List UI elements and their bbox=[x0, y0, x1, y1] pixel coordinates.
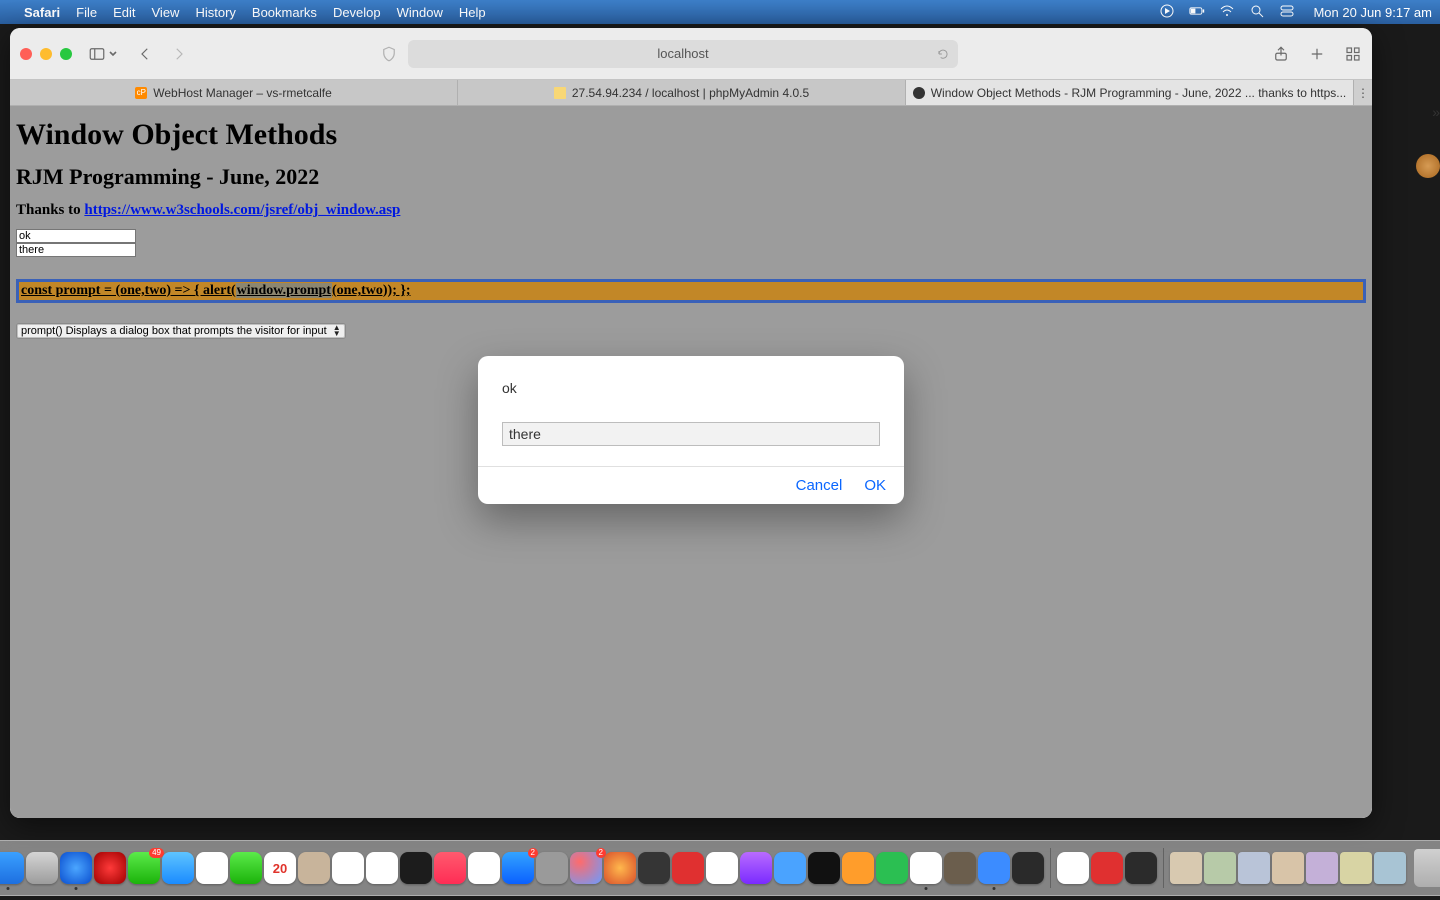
dock-app-stack7[interactable] bbox=[1374, 852, 1406, 884]
dock-app-stack3[interactable] bbox=[1238, 852, 1270, 884]
back-button[interactable] bbox=[136, 45, 154, 63]
safari-toolbar: localhost bbox=[10, 28, 1372, 80]
chevron-down-icon bbox=[108, 45, 118, 63]
dock-app-firefox[interactable] bbox=[604, 852, 636, 884]
dock: 49 20 2 2 bbox=[0, 840, 1440, 896]
dock-app-sysprefs[interactable] bbox=[536, 852, 568, 884]
dock-app-appstore[interactable]: 2 bbox=[502, 852, 534, 884]
dock-app-gimp[interactable] bbox=[944, 852, 976, 884]
menu-help[interactable]: Help bbox=[459, 5, 486, 20]
dock-app-opera[interactable] bbox=[94, 852, 126, 884]
dock-app-reminders[interactable] bbox=[332, 852, 364, 884]
wifi-icon[interactable] bbox=[1219, 3, 1235, 22]
phpmyadmin-icon bbox=[554, 87, 566, 99]
window-minimize[interactable] bbox=[40, 48, 52, 60]
cpanel-icon: cP bbox=[135, 87, 147, 99]
dock-app-stack2[interactable] bbox=[1204, 852, 1236, 884]
prompt-dialog: ok Cancel OK bbox=[478, 356, 904, 504]
dock-app-mail[interactable] bbox=[162, 852, 194, 884]
dock-app-numbers[interactable] bbox=[876, 852, 908, 884]
overflow-indicator-icon[interactable]: » bbox=[1432, 104, 1440, 120]
menu-window[interactable]: Window bbox=[397, 5, 443, 20]
dock-app-facetime[interactable] bbox=[230, 852, 262, 884]
dock-app-terminal[interactable] bbox=[808, 852, 840, 884]
tab-webhost-manager[interactable]: cP WebHost Manager – vs-rmetcalfe bbox=[10, 80, 458, 105]
tab-overview-icon[interactable] bbox=[1344, 45, 1362, 63]
menu-edit[interactable]: Edit bbox=[113, 5, 135, 20]
ok-button[interactable]: OK bbox=[864, 477, 886, 494]
dock-app-notes[interactable] bbox=[366, 852, 398, 884]
dock-app-parallels[interactable] bbox=[1091, 852, 1123, 884]
battery-icon[interactable] bbox=[1189, 3, 1205, 22]
dock-app-news[interactable] bbox=[468, 852, 500, 884]
app-menu-safari[interactable]: Safari bbox=[24, 5, 60, 20]
dock-app-podcasts[interactable] bbox=[740, 852, 772, 884]
dock-trash[interactable] bbox=[1414, 849, 1440, 887]
dock-app-textedit[interactable] bbox=[910, 852, 942, 884]
menu-history[interactable]: History bbox=[195, 5, 235, 20]
now-playing-icon[interactable] bbox=[1159, 3, 1175, 22]
dock-app-intellij[interactable] bbox=[1012, 852, 1044, 884]
tab-label: WebHost Manager – vs-rmetcalfe bbox=[153, 86, 332, 100]
prompt-message: ok bbox=[502, 380, 880, 396]
window-zoom[interactable] bbox=[60, 48, 72, 60]
safari-window: localhost cP WebHost Manager – vs-rmetca… bbox=[10, 28, 1372, 818]
dock-app-chrome[interactable] bbox=[1057, 852, 1089, 884]
dock-app-xcode[interactable] bbox=[774, 852, 806, 884]
window-close[interactable] bbox=[20, 48, 32, 60]
dock-app-music[interactable] bbox=[434, 852, 466, 884]
menu-bookmarks[interactable]: Bookmarks bbox=[252, 5, 317, 20]
control-center-icon[interactable] bbox=[1279, 3, 1295, 22]
site-icon bbox=[913, 87, 925, 99]
dock-app-photos[interactable] bbox=[196, 852, 228, 884]
dock-app-calc[interactable] bbox=[638, 852, 670, 884]
dock-app-brackets[interactable] bbox=[706, 852, 738, 884]
dock-app-stack5[interactable] bbox=[1306, 852, 1338, 884]
macos-menubar: Safari File Edit View History Bookmarks … bbox=[0, 0, 1440, 24]
dock-app-stack6[interactable] bbox=[1340, 852, 1372, 884]
prompt-input[interactable] bbox=[502, 422, 880, 446]
privacy-shield-icon[interactable] bbox=[380, 45, 398, 63]
tab-label: Window Object Methods - RJM Programming … bbox=[931, 86, 1347, 100]
safari-tabbar: cP WebHost Manager – vs-rmetcalfe 27.54.… bbox=[10, 80, 1372, 106]
cancel-button[interactable]: Cancel bbox=[796, 477, 843, 494]
forward-button[interactable] bbox=[170, 45, 188, 63]
dock-app-filezilla[interactable] bbox=[672, 852, 704, 884]
show-sidebar-button[interactable] bbox=[88, 45, 118, 63]
dock-app-messages[interactable]: 49 bbox=[128, 852, 160, 884]
menu-develop[interactable]: Develop bbox=[333, 5, 381, 20]
menu-file[interactable]: File bbox=[76, 5, 97, 20]
dock-app-contacts[interactable] bbox=[298, 852, 330, 884]
dock-app-stack4[interactable] bbox=[1272, 852, 1304, 884]
address-bar-text: localhost bbox=[657, 46, 708, 61]
address-bar[interactable]: localhost bbox=[408, 40, 958, 68]
tab-window-object-methods[interactable]: Window Object Methods - RJM Programming … bbox=[906, 80, 1354, 105]
tab-label: 27.54.94.234 / localhost | phpMyAdmin 4.… bbox=[572, 86, 809, 100]
spotlight-icon[interactable] bbox=[1249, 3, 1265, 22]
dock-app-palette[interactable]: 2 bbox=[570, 852, 602, 884]
share-icon[interactable] bbox=[1272, 45, 1290, 63]
clock[interactable]: Mon 20 Jun 9:17 am bbox=[1313, 5, 1432, 20]
dock-app-launchpad[interactable] bbox=[26, 852, 58, 884]
reload-icon[interactable] bbox=[936, 47, 950, 61]
dock-app-stack1[interactable] bbox=[1170, 852, 1202, 884]
dock-app-safari[interactable] bbox=[60, 852, 92, 884]
dock-app-calendar[interactable]: 20 bbox=[264, 852, 296, 884]
dock-app-console[interactable] bbox=[1125, 852, 1157, 884]
dock-app-pages[interactable] bbox=[842, 852, 874, 884]
new-tab-icon[interactable] bbox=[1308, 45, 1326, 63]
dock-app-zoom[interactable] bbox=[978, 852, 1010, 884]
dock-app-finder[interactable] bbox=[0, 852, 24, 884]
tab-overflow-button[interactable]: ⋮ bbox=[1354, 80, 1372, 105]
tab-phpmyadmin[interactable]: 27.54.94.234 / localhost | phpMyAdmin 4.… bbox=[458, 80, 906, 105]
dock-app-tv[interactable] bbox=[400, 852, 432, 884]
menu-view[interactable]: View bbox=[152, 5, 180, 20]
background-avatar bbox=[1416, 154, 1440, 178]
